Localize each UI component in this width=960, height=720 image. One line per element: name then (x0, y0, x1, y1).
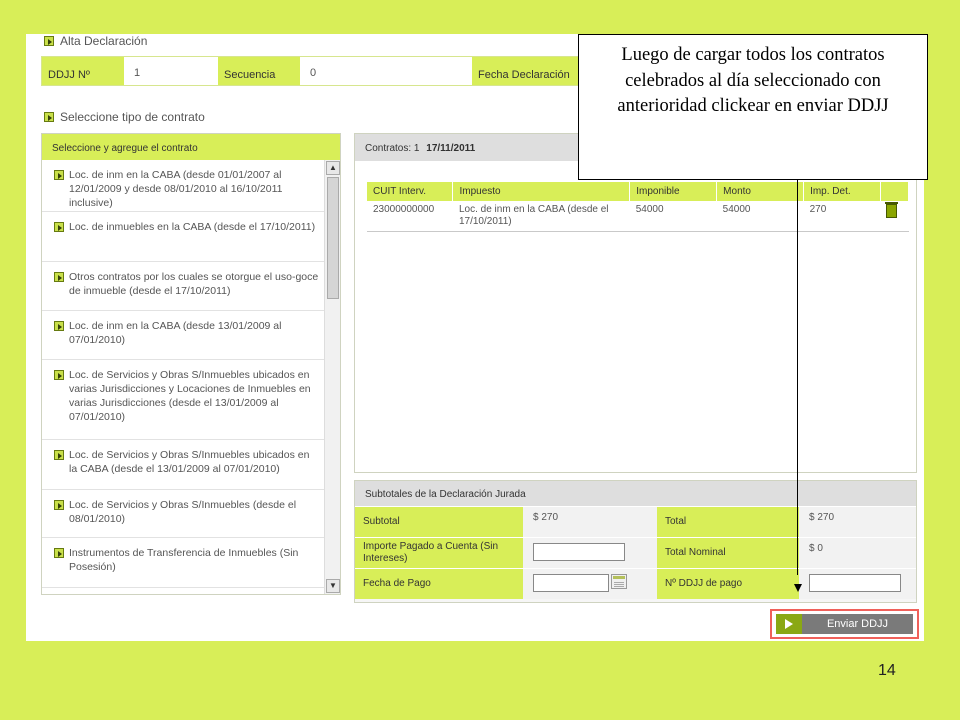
play-bullet-icon (54, 222, 64, 232)
enviar-ddjj-label: Enviar DDJJ (802, 614, 913, 634)
contracts-panel: Contratos: 1 17/11/2011 CUIT Interv. Imp… (354, 133, 917, 473)
fecha-pago-row: Fecha de Pago Nº DDJJ de pago (355, 568, 916, 599)
subtotal-row: Subtotal $ 270 Total $ 270 (355, 506, 916, 537)
contract-type-label: Loc. de Servicios y Obras S/Inmuebles (d… (69, 499, 297, 525)
column-header: Monto (716, 182, 805, 201)
column-header: Impuesto (452, 182, 631, 201)
subtotal-value: $ 270 (523, 507, 657, 537)
contract-type-label: Loc. de Servicios y Obras S/Inmuebles ub… (69, 369, 311, 423)
contract-type-item[interactable]: Otros contratos por los cuales se otorgu… (42, 262, 325, 311)
contract-type-label: Instrumentos de Transferencia de Inmuebl… (69, 547, 299, 573)
contract-section-header: Seleccione tipo de contrato (44, 110, 205, 124)
contract-type-item[interactable]: Loc. de inm en la CABA (desde 13/01/2009… (42, 311, 325, 360)
alta-section-header: Alta Declaración (44, 34, 147, 48)
contract-type-label: Loc. de inm en la CABA (desde 01/01/2007… (69, 169, 283, 209)
contract-type-item[interactable]: Loc. de Servicios y Obras S/Inmuebles (d… (42, 490, 325, 538)
total-nominal-label: Total Nominal (657, 538, 799, 568)
contract-list-scrollbar[interactable]: ▲ ▼ (324, 160, 340, 594)
play-bullet-icon (54, 500, 64, 510)
contract-type-label: Loc. de Servicios y Obras S/Inmuebles ub… (69, 449, 310, 475)
fecha-pago-label: Fecha de Pago (355, 569, 523, 599)
scroll-down-icon[interactable]: ▼ (326, 579, 340, 593)
contract-type-item[interactable]: Instrumentos de Transferencia de Inmuebl… (42, 538, 325, 588)
play-bullet-icon (44, 112, 54, 122)
send-button-highlight: Enviar DDJJ (770, 609, 919, 639)
contracts-date: 17/11/2011 (426, 143, 476, 154)
contract-type-item[interactable]: Loc. de Servicios y Obras S/Inmuebles ub… (42, 360, 325, 440)
total-value: $ 270 (799, 507, 916, 537)
contract-type-label: Loc. de inm en la CABA (desde 13/01/2009… (69, 320, 282, 346)
page-number: 14 (878, 662, 896, 679)
arrow-down-icon (794, 584, 802, 592)
impuesto-cell: Loc. de inm en la CABA (desde el 17/10/2… (452, 201, 630, 232)
imponible-cell: 54000 (629, 201, 717, 232)
play-bullet-icon (54, 170, 64, 180)
alta-title: Alta Declaración (60, 34, 148, 48)
secuencia-value: 0 (300, 57, 472, 85)
column-header: CUIT Interv. (367, 182, 454, 201)
instruction-callout: Luego de cargar todos los contratos cele… (578, 34, 928, 180)
contract-type-list: Seleccione y agregue el contrato Loc. de… (41, 133, 341, 595)
imp-det-cell: 270 (803, 201, 881, 232)
column-header-actions (880, 182, 910, 201)
ddjj-pago-cell (799, 569, 916, 599)
ddjj-pago-label: Nº DDJJ de pago (657, 569, 799, 599)
ddjj-number-label: DDJJ Nº (42, 57, 124, 85)
column-header: Imponible (629, 182, 718, 201)
contract-type-item[interactable]: Loc. de inmuebles en la CABA (desde el 1… (42, 212, 325, 262)
contract-type-label: Otros contratos por los cuales se otorgu… (69, 271, 319, 297)
contract-type-label: Loc. de inmuebles en la CABA (desde el 1… (69, 221, 316, 233)
total-label: Total (657, 507, 799, 537)
play-bullet-icon (54, 370, 64, 380)
callout-arrow-line (797, 180, 798, 575)
contract-list-items: Loc. de inm en la CABA (desde 01/01/2007… (42, 160, 325, 594)
subtotals-header: Subtotales de la Declaración Jurada (355, 481, 916, 506)
scroll-up-icon[interactable]: ▲ (326, 161, 340, 175)
contract-type-item[interactable]: Loc. de inm en la CABA (desde 01/01/2007… (42, 160, 325, 212)
play-bullet-icon (54, 321, 64, 331)
cuit-cell: 23000000000 (367, 201, 453, 232)
secuencia-label: Secuencia (218, 57, 300, 85)
contract-type-item[interactable]: Loc. de Servicios y Obras S/Inmuebles ub… (42, 440, 325, 490)
fecha-pago-input[interactable] (533, 574, 609, 592)
contracts-label: Contratos: (365, 143, 412, 154)
column-header: Imp. Det. (803, 182, 881, 201)
importe-row: Importe Pagado a Cuenta (Sin Intereses) … (355, 537, 916, 568)
fecha-pago-cell (523, 569, 657, 599)
contracts-table-header: CUIT Interv. Impuesto Imponible Monto Im… (367, 182, 910, 201)
importe-pagado-input[interactable] (533, 543, 625, 561)
play-bullet-icon (54, 548, 64, 558)
actions-cell (880, 201, 909, 232)
play-bullet-icon (44, 36, 54, 46)
table-row: 23000000000 Loc. de inm en la CABA (desd… (367, 201, 909, 232)
importe-pagado-label: Importe Pagado a Cuenta (Sin Intereses) (355, 538, 523, 568)
play-bullet-icon (54, 450, 64, 460)
contract-section-title: Seleccione tipo de contrato (60, 110, 205, 124)
contracts-table: CUIT Interv. Impuesto Imponible Monto Im… (367, 182, 910, 232)
trash-icon[interactable] (885, 202, 899, 218)
play-bullet-icon (54, 272, 64, 282)
enviar-ddjj-button[interactable]: Enviar DDJJ (776, 614, 913, 634)
contract-list-header: Seleccione y agregue el contrato (42, 134, 340, 160)
importe-pagado-cell (523, 538, 657, 568)
total-nominal-value: $ 0 (799, 538, 916, 568)
ddjj-pago-input[interactable] (809, 574, 901, 592)
ddjj-number-value: 1 (124, 57, 218, 85)
fecha-declaracion-label: Fecha Declaración (472, 57, 592, 85)
subtotals-panel: Subtotales de la Declaración Jurada Subt… (354, 480, 917, 603)
contracts-count: 1 (413, 143, 420, 154)
scroll-thumb[interactable] (327, 177, 339, 299)
subtotal-label: Subtotal (355, 507, 523, 537)
monto-cell: 54000 (716, 201, 804, 232)
calendar-icon[interactable] (611, 574, 627, 589)
play-arrow-icon (776, 614, 802, 634)
